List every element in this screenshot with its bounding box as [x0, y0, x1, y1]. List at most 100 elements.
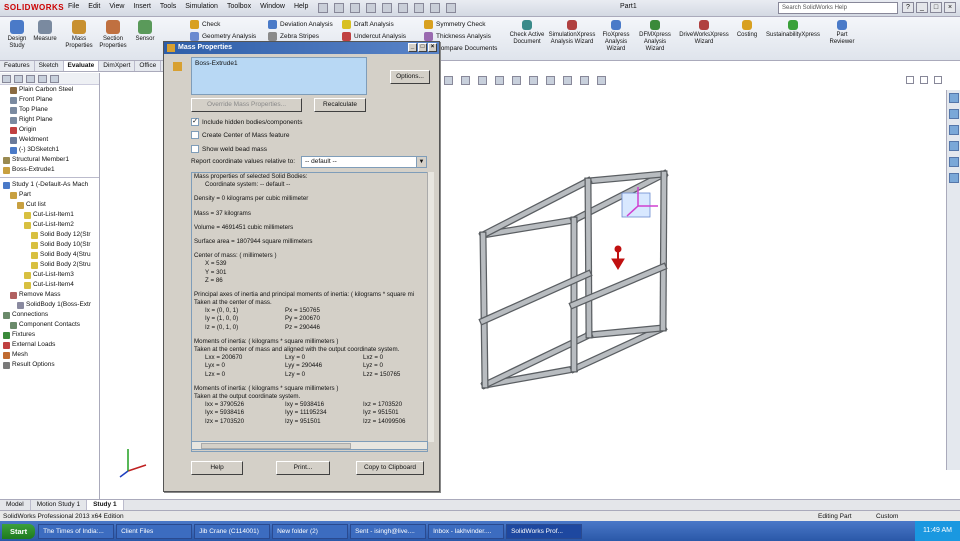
tree-item-component-contacts[interactable]: Component Contacts [0, 320, 99, 330]
menu-file[interactable]: File [68, 3, 79, 10]
help-button[interactable]: Help [191, 461, 243, 475]
taskbar-item-client-files[interactable]: Client Files [116, 523, 193, 539]
tree-item-weldment[interactable]: Weldment [0, 135, 99, 145]
menu-toolbox[interactable]: Toolbox [227, 3, 251, 10]
taskbar-item-solidworks-prof[interactable]: SolidWorks Prof... [506, 523, 583, 539]
tree-item-solid-body-10-str[interactable]: Solid Body 10(Str [0, 240, 99, 250]
tree-item-cut-list-item4[interactable]: Cut-List-Item4 [0, 280, 99, 290]
file-properties-icon[interactable] [430, 3, 440, 13]
taskbar-item-new-folder-2[interactable]: New folder (2) [272, 523, 349, 539]
tree-item-external-loads[interactable]: External Loads [0, 340, 99, 350]
taskbar-item-jib-crane-c114001[interactable]: Jib Crane (C114001) [194, 523, 271, 539]
solidworks-resources-icon[interactable] [949, 93, 959, 103]
configuration-tab-icon[interactable] [26, 75, 35, 83]
doc-tab-study-1[interactable]: Study 1 [87, 500, 124, 510]
create-com-feature-checkbox[interactable]: Create Center of Mass feature [191, 131, 289, 139]
section-properties-button[interactable]: Section Properties [98, 20, 128, 50]
tree-item-solid-body-12-str[interactable]: Solid Body 12(Str [0, 230, 99, 240]
floxpress-analysis-wizard-button[interactable]: FloXpress Analysis Wizard [598, 20, 634, 53]
options-icon[interactable] [446, 3, 456, 13]
tree-item-origin[interactable]: Origin [0, 125, 99, 135]
menu-view[interactable]: View [109, 3, 124, 10]
part-reviewer-button[interactable]: Part Reviewer [824, 20, 860, 46]
minimize-icon[interactable]: _ [916, 2, 928, 13]
custom-properties-icon[interactable] [949, 173, 959, 183]
appearances-icon[interactable] [949, 157, 959, 167]
zebra-stripes-button[interactable]: Zebra Stripes [268, 32, 319, 41]
tree-item-boss-extrude1[interactable]: Boss-Extrude1 [0, 165, 99, 175]
tree-item-part[interactable]: Part [0, 190, 99, 200]
tree-item-solid-body-2-stru[interactable]: Solid Body 2(Stru [0, 260, 99, 270]
draft-analysis-button[interactable]: Draft Analysis [342, 20, 394, 29]
tree-item-cut-list[interactable]: Cut list [0, 200, 99, 210]
tree-item-top-plane[interactable]: Top Plane [0, 105, 99, 115]
tree-item-study-1-default-as-mach[interactable]: Study 1 (-Default-As Mach [0, 180, 99, 190]
undo-icon[interactable] [382, 3, 392, 13]
menu-insert[interactable]: Insert [133, 3, 151, 10]
geometry-analysis-button[interactable]: Geometry Analysis [190, 32, 256, 41]
select-icon[interactable] [398, 3, 408, 13]
doc-tab-model[interactable]: Model [0, 500, 31, 510]
tab-features[interactable]: Features [0, 61, 35, 71]
override-mass-properties-button[interactable]: Override Mass Properties... [191, 98, 302, 112]
tree-item-front-plane[interactable]: Front Plane [0, 95, 99, 105]
feature-tree-tab-icon[interactable] [2, 75, 11, 83]
tree-item-fixtures[interactable]: Fixtures [0, 330, 99, 340]
chevron-down-icon[interactable]: ▼ [416, 157, 426, 167]
start-button[interactable]: Start [2, 523, 36, 539]
recalculate-button[interactable]: Recalculate [314, 98, 366, 112]
tree-item-remove-mass[interactable]: Remove Mass [0, 290, 99, 300]
mass-properties-button[interactable]: Mass Properties [64, 20, 94, 50]
checkbox-weld-bead[interactable] [191, 145, 199, 153]
copy-to-clipboard-button[interactable]: Copy to Clipboard [356, 461, 424, 475]
selected-body[interactable]: Boss-Extrude1 [195, 60, 363, 67]
tree-item-connections[interactable]: Connections [0, 310, 99, 320]
display-manager-tab-icon[interactable] [50, 75, 59, 83]
menu-help[interactable]: Help [294, 3, 308, 10]
help-search-input[interactable]: Search SolidWorks Help [778, 2, 898, 14]
coordinate-system-select[interactable]: -- default -- ▼ [301, 156, 427, 168]
center-of-mass-marker[interactable] [611, 245, 625, 270]
print-button[interactable]: Print... [276, 461, 330, 475]
frame-member[interactable] [660, 171, 667, 331]
tab-evaluate[interactable]: Evaluate [63, 61, 100, 71]
menu-simulation[interactable]: Simulation [185, 3, 218, 10]
property-manager-tab-icon[interactable] [14, 75, 23, 83]
check-button[interactable]: Check [190, 20, 220, 29]
measure-button[interactable]: Measure [30, 20, 60, 43]
menu-tools[interactable]: Tools [160, 3, 176, 10]
checkbox-create-com[interactable] [191, 131, 199, 139]
frame-member[interactable] [480, 232, 488, 388]
frame-member[interactable] [585, 178, 592, 338]
dfmxpress-analysis-wizard-button[interactable]: DFMXpress Analysis Wizard [636, 20, 674, 53]
doc-tab-motion-study-1[interactable]: Motion Study 1 [31, 500, 88, 510]
tree-item-cut-list-item2[interactable]: Cut-List-Item2 [0, 220, 99, 230]
tree-item-cut-list-item1[interactable]: Cut-List-Item1 [0, 210, 99, 220]
status-units[interactable]: Custom [876, 513, 898, 520]
print-icon[interactable] [366, 3, 376, 13]
tree-item-mesh[interactable]: Mesh [0, 350, 99, 360]
tree-item-solid-body-4-stru[interactable]: Solid Body 4(Stru [0, 250, 99, 260]
tree-item-plain-carbon-steel[interactable]: Plain Carbon Steel [0, 85, 99, 95]
tree-item-3dsketch1[interactable]: (-) 3DSketch1 [0, 145, 99, 155]
tree-item-right-plane[interactable]: Right Plane [0, 115, 99, 125]
dialog-maximize-icon[interactable]: □ [418, 43, 427, 52]
results-horizontal-scrollbar[interactable] [191, 441, 428, 450]
close-icon[interactable]: × [944, 2, 956, 13]
tab-dimxpert[interactable]: DimXpert [99, 61, 136, 71]
checkbox-include-hidden[interactable]: ✓ [191, 118, 199, 126]
include-hidden-checkbox[interactable]: ✓ Include hidden bodies/components [191, 118, 302, 126]
tree-item-cut-list-item3[interactable]: Cut-List-Item3 [0, 270, 99, 280]
tree-item-solidbody-1-boss-extr[interactable]: SolidBody 1(Boss-Extr [0, 300, 99, 310]
tree-item-result-options[interactable]: Result Options [0, 360, 99, 370]
selection-list[interactable]: Boss-Extrude1 [191, 57, 367, 95]
restore-icon[interactable]: □ [930, 2, 942, 13]
dimxpert-tab-icon[interactable] [38, 75, 47, 83]
results-vertical-scrollbar[interactable] [427, 172, 434, 442]
design-study-button[interactable]: Design Study [2, 20, 32, 50]
design-library-icon[interactable] [949, 109, 959, 119]
show-weld-bead-checkbox[interactable]: Show weld bead mass [191, 145, 267, 153]
file-explorer-icon[interactable] [949, 125, 959, 135]
view-palette-icon[interactable] [949, 141, 959, 151]
system-tray-clock[interactable]: 11:49 AM [914, 521, 960, 541]
